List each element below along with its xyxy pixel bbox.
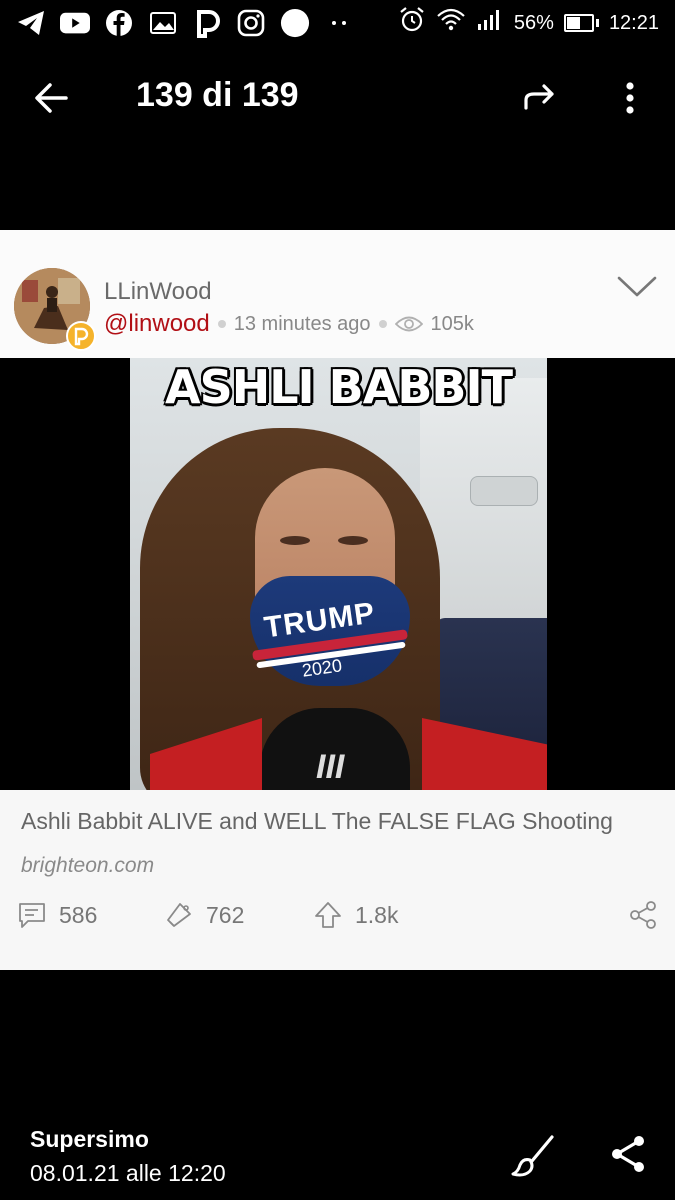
post-image[interactable]: III TRUMP 2020 ASHLI BABBIT	[130, 358, 547, 790]
instagram-icon	[236, 8, 266, 38]
more-vert-icon[interactable]	[612, 78, 648, 118]
megaphone-icon	[164, 900, 194, 930]
notification-icons	[16, 8, 354, 38]
battery-icon	[563, 14, 599, 32]
chevron-down-icon[interactable]	[616, 274, 658, 300]
system-status: 56% 12:21	[398, 6, 659, 40]
post-header: LLinWood @linwood 13 minutes ago 105k	[0, 230, 675, 358]
circle-app-icon	[280, 8, 310, 38]
back-arrow-icon[interactable]	[30, 78, 74, 118]
signal-icon	[476, 8, 504, 38]
youtube-icon	[60, 8, 90, 38]
share-icon	[628, 900, 658, 930]
echo-count: 762	[206, 901, 245, 928]
battery-percent: 56%	[513, 11, 554, 34]
comment-button[interactable]: 586	[17, 900, 97, 930]
eye-icon	[394, 315, 423, 333]
post-time: 13 minutes ago	[233, 312, 371, 335]
separator-dot	[217, 320, 226, 328]
viewer-toolbar: 139 di 139	[0, 60, 675, 136]
link-title[interactable]: Ashli Babbit ALIVE and WELL The FALSE FL…	[21, 808, 613, 835]
telegram-icon	[16, 8, 46, 38]
post-media[interactable]: III TRUMP 2020 ASHLI BABBIT	[0, 358, 675, 790]
status-bar: 56% 12:21	[0, 0, 675, 46]
shirt-logo: III	[316, 748, 345, 786]
echo-button[interactable]: 762	[164, 900, 244, 930]
clock: 12:21	[608, 11, 659, 34]
sent-date: 08.01.21 alle 12:20	[30, 1160, 226, 1186]
upvote-arrow-icon	[313, 900, 343, 930]
separator-dot	[378, 320, 387, 328]
view-count: 105k	[430, 312, 474, 335]
upvote-button[interactable]: 1.8k	[313, 900, 398, 930]
wifi-icon	[436, 6, 466, 40]
verified-badge-icon	[66, 321, 96, 351]
forward-icon[interactable]	[518, 78, 562, 118]
alarm-icon	[398, 6, 426, 40]
post-meta: @linwood 13 minutes ago 105k	[104, 310, 474, 338]
post-actions: 586 762 1.8k	[0, 900, 675, 944]
sender-name: Supersimo	[30, 1126, 149, 1152]
post-card: LLinWood @linwood 13 minutes ago 105k II…	[0, 230, 675, 970]
user-handle[interactable]: @linwood	[104, 310, 210, 338]
gallery-icon	[148, 8, 178, 38]
image-counter: 139 di 139	[136, 76, 299, 114]
display-name[interactable]: LLinWood	[104, 278, 212, 306]
comment-icon	[17, 900, 47, 930]
more-dots-icon	[324, 8, 354, 38]
meme-caption: ASHLI BABBIT	[165, 360, 513, 414]
comment-count: 586	[59, 901, 98, 928]
brush-icon[interactable]	[510, 1134, 558, 1178]
parler-icon	[192, 8, 222, 38]
link-domain[interactable]: brighteon.com	[21, 854, 154, 878]
upvote-count: 1.8k	[355, 901, 399, 928]
facebook-icon	[104, 8, 134, 38]
share-button[interactable]	[628, 900, 658, 930]
share-icon[interactable]	[608, 1134, 648, 1174]
